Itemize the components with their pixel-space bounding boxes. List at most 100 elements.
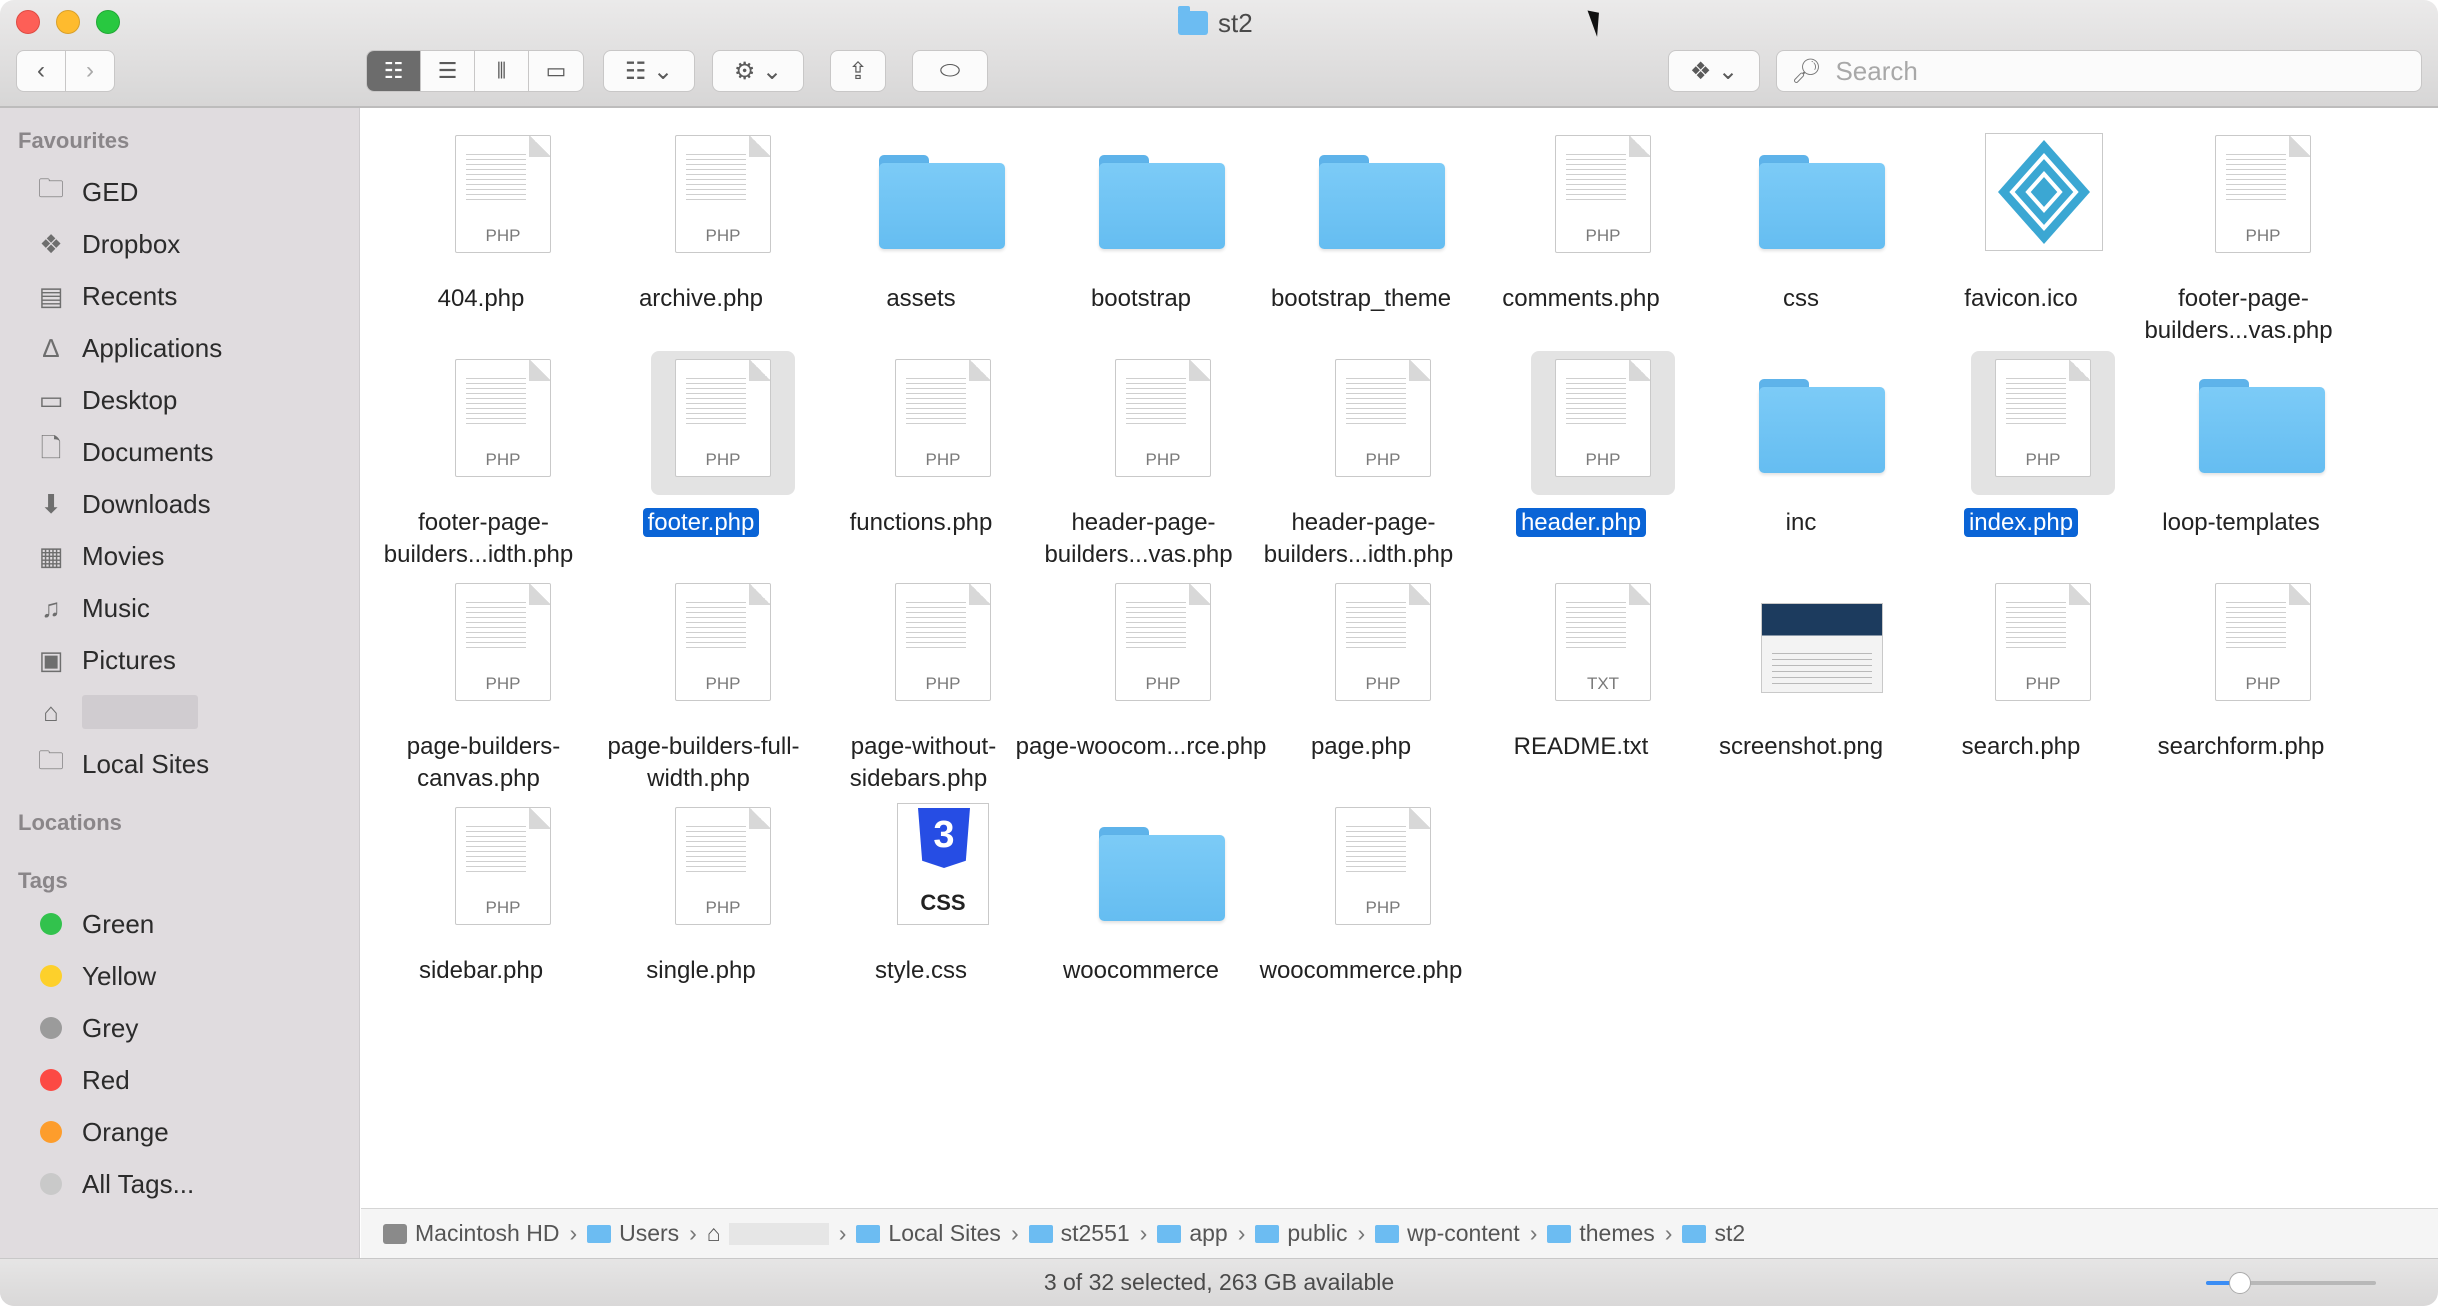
txt-file-icon: TXT (1555, 583, 1651, 701)
sidebar-item-local-sites[interactable]: 🗀 Local Sites (34, 744, 209, 784)
tag-item-green[interactable]: Green (34, 904, 154, 944)
php-file-icon: PHP (1335, 807, 1431, 925)
chevron-right-icon: › (86, 57, 94, 84)
file-name-text: screenshot.png (1718, 733, 1884, 760)
file-name-text: archive.php (638, 285, 764, 312)
php-file-icon: PHP (675, 359, 771, 477)
icon-size-slider[interactable] (2206, 1272, 2376, 1294)
tag-item-yellow[interactable]: Yellow (34, 956, 156, 996)
path-crumb[interactable]: public (1255, 1220, 1348, 1247)
file-name-text: favicon.ico (1964, 285, 2078, 312)
php-file-icon: PHP (1115, 359, 1211, 477)
sidebar-item-pictures[interactable]: ▣ Pictures (34, 640, 176, 680)
minimize-window-button[interactable] (56, 10, 80, 34)
sidebar-item-movies[interactable]: ▦ Movies (34, 536, 165, 576)
file-name-text: README.txt (1513, 733, 1649, 760)
search-field[interactable]: 🔎︎ (1776, 50, 2422, 92)
file-icon-wrap: PHP (1971, 351, 2115, 495)
path-crumb[interactable]: ⌂ (707, 1220, 829, 1247)
back-button[interactable]: ‹ (16, 50, 66, 92)
file-name-text: comments.php (1502, 285, 1660, 312)
path-crumb-label: public (1287, 1220, 1348, 1246)
folder-icon (587, 1224, 612, 1243)
sidebar-item-label: Music (82, 592, 150, 623)
file-icon-wrap (1751, 575, 1895, 719)
maximize-window-button[interactable] (96, 10, 120, 34)
path-crumb-label: Macintosh HD (415, 1220, 560, 1246)
applications-icon: ∆ (43, 332, 59, 363)
sidebar-item-documents[interactable]: 🗋 Documents (34, 432, 214, 472)
file-name-text: sidebar.php (418, 957, 544, 984)
file-name-label: woocommerce.php (1229, 955, 1493, 987)
forward-button[interactable]: › (65, 50, 115, 92)
share-button[interactable]: ⇪ (830, 50, 886, 92)
search-icon: 🔎︎ (1791, 57, 1822, 85)
file-name-label: loop-templates (2109, 507, 2373, 539)
file-name-text: woocommerce (1062, 957, 1220, 984)
folder-icon (1319, 155, 1445, 249)
sidebar-item-music[interactable]: ♫ Music (34, 588, 150, 628)
path-crumb[interactable]: Users (587, 1220, 679, 1247)
desktop-icon: ▭ (38, 384, 64, 415)
slider-knob[interactable] (2229, 1272, 2251, 1294)
file-icon-wrap (1091, 127, 1235, 271)
sidebar-item-desktop[interactable]: ▭ Desktop (34, 380, 178, 420)
action-menu-button[interactable]: ⚙ ⌄ (712, 50, 804, 92)
sidebar-item-applications[interactable]: ∆ Applications (34, 328, 222, 368)
path-crumb[interactable]: st2 (1682, 1220, 1745, 1247)
tags-button[interactable]: ⬭ (912, 50, 988, 92)
search-input[interactable] (1835, 55, 2396, 87)
dropbox-button[interactable]: ❖ ⌄ (1668, 50, 1760, 92)
sidebar-item-label: Documents (82, 436, 214, 467)
tag-item-grey[interactable]: Grey (34, 1008, 138, 1048)
php-file-icon: PHP (1335, 359, 1431, 477)
path-crumb[interactable]: wp-content (1375, 1220, 1520, 1247)
file-icon-wrap (1971, 127, 2115, 271)
file-name-text: footer-page-builders...vas.php (2144, 285, 2333, 344)
favicon-thumbnail-icon (1985, 133, 2103, 251)
file-icon-wrap (1311, 127, 1455, 271)
path-crumb[interactable]: Macintosh HD (383, 1220, 559, 1247)
file-name-text: style.css (874, 957, 967, 984)
document-icon: 🗋 (40, 433, 62, 463)
php-file-icon: PHP (1335, 583, 1431, 701)
view-mode-group: ☷ ☰ ⫴ ▭ (366, 50, 584, 92)
close-window-button[interactable] (16, 10, 40, 34)
column-view-button[interactable]: ⫴ (475, 51, 529, 91)
file-icon-wrap: PHP (431, 799, 575, 943)
path-crumb[interactable]: st2551 (1028, 1220, 1130, 1247)
file-icon-wrap (1751, 351, 1895, 495)
tag-item-orange[interactable]: Orange (34, 1112, 169, 1152)
php-file-icon: PHP (455, 807, 551, 925)
path-crumb[interactable]: app (1157, 1220, 1228, 1247)
chevron-right-icon: › (1529, 1220, 1538, 1246)
sidebar-item-dropbox[interactable]: ❖ Dropbox (34, 224, 180, 264)
folder-icon (1759, 379, 1885, 473)
icon-view-button[interactable]: ☷ (367, 51, 421, 91)
sidebar-item-ged[interactable]: 🗀 GED (34, 172, 138, 212)
path-crumb[interactable]: Local Sites (856, 1220, 1001, 1247)
path-crumb-label: themes (1579, 1220, 1655, 1246)
gear-icon: ⚙ ⌄ (733, 57, 783, 85)
file-icon-wrap: PHP (1531, 351, 1675, 495)
sidebar-item-home[interactable]: ⌂ (34, 692, 198, 732)
sidebar-item-downloads[interactable]: ⬇ Downloads (34, 484, 211, 524)
gallery-view-button[interactable]: ▭ (529, 51, 583, 91)
folder-icon (1255, 1224, 1280, 1243)
folder-icon (1028, 1224, 1053, 1243)
file-icon-wrap: PHP (431, 127, 575, 271)
file-name-text: single.php (646, 957, 756, 984)
file-icon-wrap (1751, 127, 1895, 271)
sidebar-item-recents[interactable]: ▤ Recents (34, 276, 178, 316)
path-crumb[interactable]: themes (1547, 1220, 1655, 1247)
php-file-icon: PHP (455, 583, 551, 701)
tag-item-red[interactable]: Red (34, 1060, 130, 1100)
php-file-icon: PHP (675, 135, 771, 253)
list-view-button[interactable]: ☰ (421, 51, 475, 91)
chevron-right-icon: › (1664, 1220, 1673, 1246)
file-name-text: 404.php (437, 285, 525, 312)
file-grid: PHP 404.php PHP archive.php assets bootstrap b… (361, 109, 2438, 1207)
titlebar: st2 ‹ › ☷ ☰ ⫴ ▭ ☷ ⌄ ⚙ ⌄ ⇪ ⬭ ❖ ⌄ 🔎︎ (0, 0, 2438, 108)
tag-item-all-tags[interactable]: All Tags... (34, 1164, 194, 1204)
group-by-button[interactable]: ☷ ⌄ (603, 50, 695, 92)
